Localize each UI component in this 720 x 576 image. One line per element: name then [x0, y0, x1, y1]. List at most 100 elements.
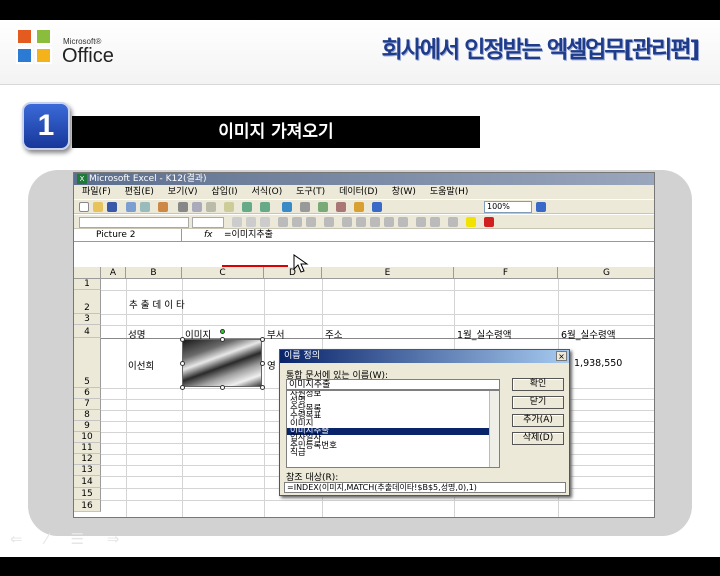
cell-header-jan-pay[interactable]: 1월_실수령액	[457, 327, 512, 341]
row-header[interactable]: 4	[74, 325, 101, 338]
delete-button[interactable]: 삭제(D)	[512, 432, 564, 445]
row-header[interactable]: 15	[74, 488, 101, 500]
col-header-g[interactable]: G	[558, 267, 654, 279]
list-item[interactable]: 사원정보	[287, 391, 499, 398]
undo-icon[interactable]	[242, 202, 252, 212]
fx-icon[interactable]: fx	[204, 229, 213, 241]
font-name-select[interactable]	[79, 217, 189, 228]
add-button[interactable]: 추가(A)	[512, 414, 564, 427]
list-item[interactable]: 직급	[287, 449, 499, 458]
resize-handle[interactable]	[180, 361, 185, 366]
redo-icon[interactable]	[260, 202, 270, 212]
slide-nav-icons[interactable]: ⇐ ⁄ ☰ ⇒	[10, 530, 128, 548]
cell-header-jun-pay[interactable]: 6월_실수령액	[561, 327, 616, 341]
cell-header-dept[interactable]: 부서	[267, 327, 284, 341]
save-icon[interactable]	[107, 202, 117, 212]
currency-icon[interactable]	[342, 217, 352, 227]
chart-wizard-icon[interactable]	[354, 202, 364, 212]
print-icon[interactable]	[126, 202, 136, 212]
preview-icon[interactable]	[140, 202, 150, 212]
underline-icon[interactable]	[260, 217, 270, 227]
increase-indent-icon[interactable]	[430, 217, 440, 227]
menu-data[interactable]: 데이터(D)	[339, 187, 378, 197]
sort-desc-icon[interactable]	[336, 202, 346, 212]
percent-icon[interactable]	[356, 217, 366, 227]
list-scrollbar[interactable]	[489, 391, 499, 467]
autosum-icon[interactable]	[300, 202, 310, 212]
name-box[interactable]: Picture 2	[74, 229, 182, 241]
increase-decimal-icon[interactable]	[384, 217, 394, 227]
list-item[interactable]: 주민등록번호	[287, 441, 499, 450]
formula-input[interactable]: =이미지추출	[224, 229, 273, 241]
new-icon[interactable]	[79, 202, 89, 212]
menu-insert[interactable]: 삽입(I)	[211, 187, 237, 197]
comma-icon[interactable]	[370, 217, 380, 227]
spell-icon[interactable]	[158, 202, 168, 212]
menu-view[interactable]: 보기(V)	[168, 187, 198, 197]
picture-2-image[interactable]	[182, 339, 262, 387]
open-icon[interactable]	[93, 202, 103, 212]
row-header[interactable]: 9	[74, 421, 101, 432]
col-header-a[interactable]: A	[101, 267, 126, 279]
format-painter-icon[interactable]	[224, 202, 234, 212]
bold-icon[interactable]	[232, 217, 242, 227]
font-color-icon[interactable]	[484, 217, 494, 227]
drawing-icon[interactable]	[372, 202, 382, 212]
ok-button[interactable]: 확인	[512, 378, 564, 391]
paste-icon[interactable]	[206, 202, 216, 212]
resize-handle[interactable]	[180, 385, 185, 390]
row-header[interactable]: 14	[74, 476, 101, 488]
borders-icon[interactable]	[448, 217, 458, 227]
cell-jun-pay-value[interactable]: 1,938,550	[574, 358, 622, 369]
row-header[interactable]: 1	[74, 279, 101, 290]
resize-handle[interactable]	[260, 361, 265, 366]
align-left-icon[interactable]	[278, 217, 288, 227]
list-item[interactable]: 수령목표	[287, 412, 499, 421]
menu-window[interactable]: 창(W)	[392, 187, 416, 197]
menu-format[interactable]: 서식(O)	[252, 187, 283, 197]
fill-color-icon[interactable]	[466, 217, 476, 227]
sort-asc-icon[interactable]	[318, 202, 328, 212]
align-right-icon[interactable]	[306, 217, 316, 227]
font-size-select[interactable]	[192, 217, 224, 228]
menu-edit[interactable]: 편집(E)	[125, 187, 154, 197]
hyperlink-icon[interactable]	[282, 202, 292, 212]
row-header[interactable]: 16	[74, 500, 101, 512]
col-header-f[interactable]: F	[454, 267, 558, 279]
menu-tools[interactable]: 도구(T)	[296, 187, 325, 197]
row-header[interactable]: 2	[74, 290, 101, 314]
select-all-corner[interactable]	[74, 267, 101, 279]
zoom-select[interactable]: 100%	[484, 201, 532, 213]
cell-header-name[interactable]: 성명	[128, 327, 145, 341]
align-center-icon[interactable]	[292, 217, 302, 227]
italic-icon[interactable]	[246, 217, 256, 227]
cell-dept-value[interactable]: 영	[267, 358, 276, 372]
resize-handle[interactable]	[180, 337, 185, 342]
menu-file[interactable]: 파일(F)	[82, 187, 111, 197]
cell-header-address[interactable]: 주소	[325, 327, 342, 341]
resize-handle[interactable]	[220, 385, 225, 390]
cell-name-value[interactable]: 이선희	[128, 358, 154, 372]
decrease-decimal-icon[interactable]	[398, 217, 408, 227]
help-icon[interactable]	[536, 202, 546, 212]
col-header-b[interactable]: B	[126, 267, 182, 279]
row-header[interactable]: 5	[74, 338, 101, 388]
cell-title[interactable]: 추 출 데 이 타	[129, 297, 185, 311]
copy-icon[interactable]	[192, 202, 202, 212]
col-header-c[interactable]: C	[182, 267, 264, 279]
row-header[interactable]: 7	[74, 399, 101, 410]
row-header[interactable]: 8	[74, 410, 101, 421]
merge-center-icon[interactable]	[324, 217, 334, 227]
decrease-indent-icon[interactable]	[416, 217, 426, 227]
resize-handle[interactable]	[220, 337, 225, 342]
rotate-handle[interactable]	[220, 329, 225, 334]
refers-to-input[interactable]: =INDEX(이미지,MATCH(추출데이타!$B$5,성명,0),1)	[284, 482, 566, 493]
row-header[interactable]: 12	[74, 454, 101, 465]
name-input[interactable]: 이미지추출	[286, 379, 500, 390]
menu-help[interactable]: 도움말(H)	[430, 187, 469, 197]
row-header[interactable]: 13	[74, 465, 101, 476]
names-list[interactable]: 사원정보 성명 수당목록 수령목표 이미지 이미지추출 입사일자 주민등록번호 …	[286, 390, 500, 468]
row-header[interactable]: 10	[74, 432, 101, 443]
close-button[interactable]: 닫기	[512, 396, 564, 409]
cut-icon[interactable]	[178, 202, 188, 212]
